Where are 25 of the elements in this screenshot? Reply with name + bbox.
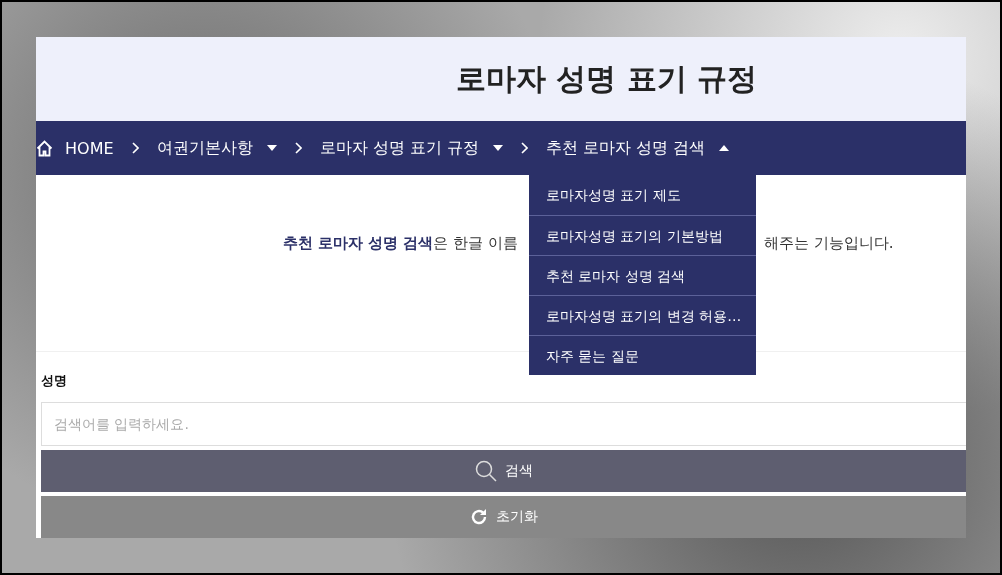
dropdown-item[interactable]: 자주 묻는 질문 xyxy=(528,334,756,375)
chevron-right-icon xyxy=(520,142,528,155)
intro-text: 해주는 기능입니다. xyxy=(764,233,894,253)
search-icon xyxy=(474,460,497,482)
search-field[interactable]: 검색어를 입력하세요. xyxy=(41,402,966,446)
home-link[interactable]: HOME xyxy=(36,138,114,158)
caret-down-icon[interactable] xyxy=(492,145,503,152)
field-label: 성명 xyxy=(41,372,68,390)
breadcrumb-link[interactable]: 추천 로마자 성명 검색 xyxy=(545,137,706,159)
breadcrumb-link[interactable]: 여권기본사항 xyxy=(156,137,253,159)
dropdown-item[interactable]: 추천 로마자 성명 검색 xyxy=(528,254,756,295)
chevron-right-icon xyxy=(294,142,302,155)
home-icon xyxy=(36,139,53,157)
intro-text: 추천 로마자 성명 검색은 한글 이름 xyxy=(282,233,518,253)
dropdown-item[interactable]: 로마자성명 표기의 기본방법 xyxy=(528,214,756,255)
breadcrumb-link[interactable]: 로마자 성명 표기 규정 xyxy=(319,137,479,159)
caret-up-icon[interactable] xyxy=(719,145,730,152)
dropdown-item[interactable]: 로마자성명 표기 제도 xyxy=(528,174,756,215)
caret-down-icon[interactable] xyxy=(266,145,277,152)
dropdown-item[interactable]: 로마자성명 표기의 변경 허용… xyxy=(528,294,756,335)
refresh-icon xyxy=(469,508,488,526)
chevron-right-icon xyxy=(131,142,139,155)
page-title: 로마자 성명 표기 규정 xyxy=(456,59,758,98)
reset-button[interactable]: 초기화 xyxy=(41,496,966,538)
search-button[interactable]: 검색 xyxy=(41,450,966,492)
